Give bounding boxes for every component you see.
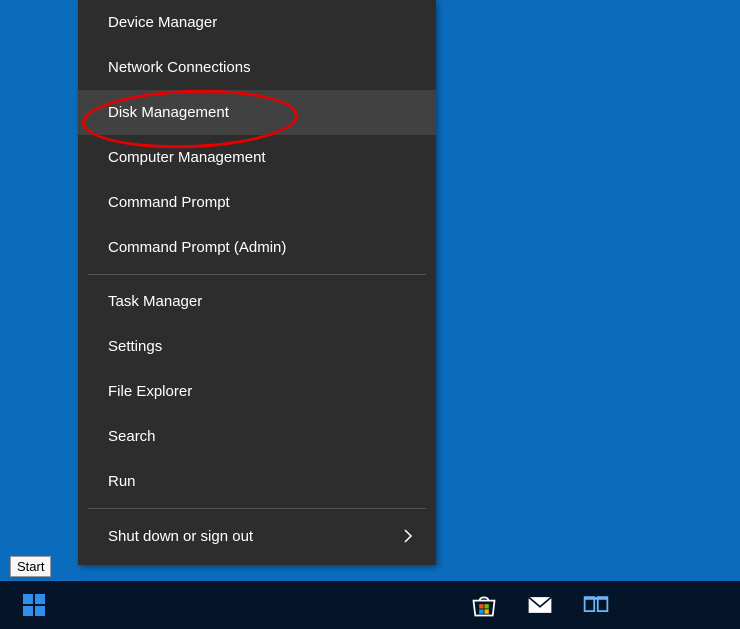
menu-item-disk-management[interactable]: Disk Management <box>78 90 436 135</box>
menu-item-task-manager[interactable]: Task Manager <box>78 279 436 324</box>
menu-item-settings[interactable]: Settings <box>78 324 436 369</box>
menu-label: Device Manager <box>108 14 217 31</box>
menu-item-run[interactable]: Run <box>78 459 436 504</box>
menu-label: Network Connections <box>108 59 251 76</box>
menu-label: Settings <box>108 338 162 355</box>
desktop-edge <box>0 580 80 581</box>
winx-menu-group-2: Task Manager Settings File Explorer Sear… <box>78 279 436 504</box>
menu-item-file-explorer[interactable]: File Explorer <box>78 369 436 414</box>
winx-menu: Device Manager Network Connections Disk … <box>78 0 436 565</box>
menu-label: Disk Management <box>108 104 229 121</box>
menu-item-command-prompt-admin[interactable]: Command Prompt (Admin) <box>78 225 436 270</box>
menu-separator <box>88 508 426 509</box>
start-button[interactable] <box>0 581 68 629</box>
menu-item-computer-management[interactable]: Computer Management <box>78 135 436 180</box>
menu-item-device-manager[interactable]: Device Manager <box>78 0 436 45</box>
windows-logo-icon <box>23 594 45 616</box>
menu-label: Computer Management <box>108 149 266 166</box>
menu-label: Search <box>108 428 156 445</box>
menu-item-search[interactable]: Search <box>78 414 436 459</box>
winx-menu-group-1: Device Manager Network Connections Disk … <box>78 0 436 270</box>
menu-item-shut-down[interactable]: Shut down or sign out <box>78 513 436 559</box>
menu-separator <box>88 274 426 275</box>
chevron-right-icon <box>400 528 416 544</box>
menu-label: File Explorer <box>108 383 192 400</box>
taskbar-mail-icon[interactable] <box>512 581 568 629</box>
menu-item-network-connections[interactable]: Network Connections <box>78 45 436 90</box>
menu-label: Shut down or sign out <box>108 529 253 544</box>
taskbar-task-view-icon[interactable] <box>568 581 624 629</box>
menu-label: Command Prompt <box>108 194 230 211</box>
winx-menu-group-3: Shut down or sign out <box>78 513 436 559</box>
menu-label: Run <box>108 473 136 490</box>
menu-label: Command Prompt (Admin) <box>108 239 286 256</box>
menu-label: Task Manager <box>108 293 202 310</box>
menu-item-command-prompt[interactable]: Command Prompt <box>78 180 436 225</box>
start-tooltip: Start <box>10 556 51 577</box>
tooltip-text: Start <box>17 559 44 574</box>
taskbar <box>0 581 740 629</box>
taskbar-store-icon[interactable] <box>456 581 512 629</box>
